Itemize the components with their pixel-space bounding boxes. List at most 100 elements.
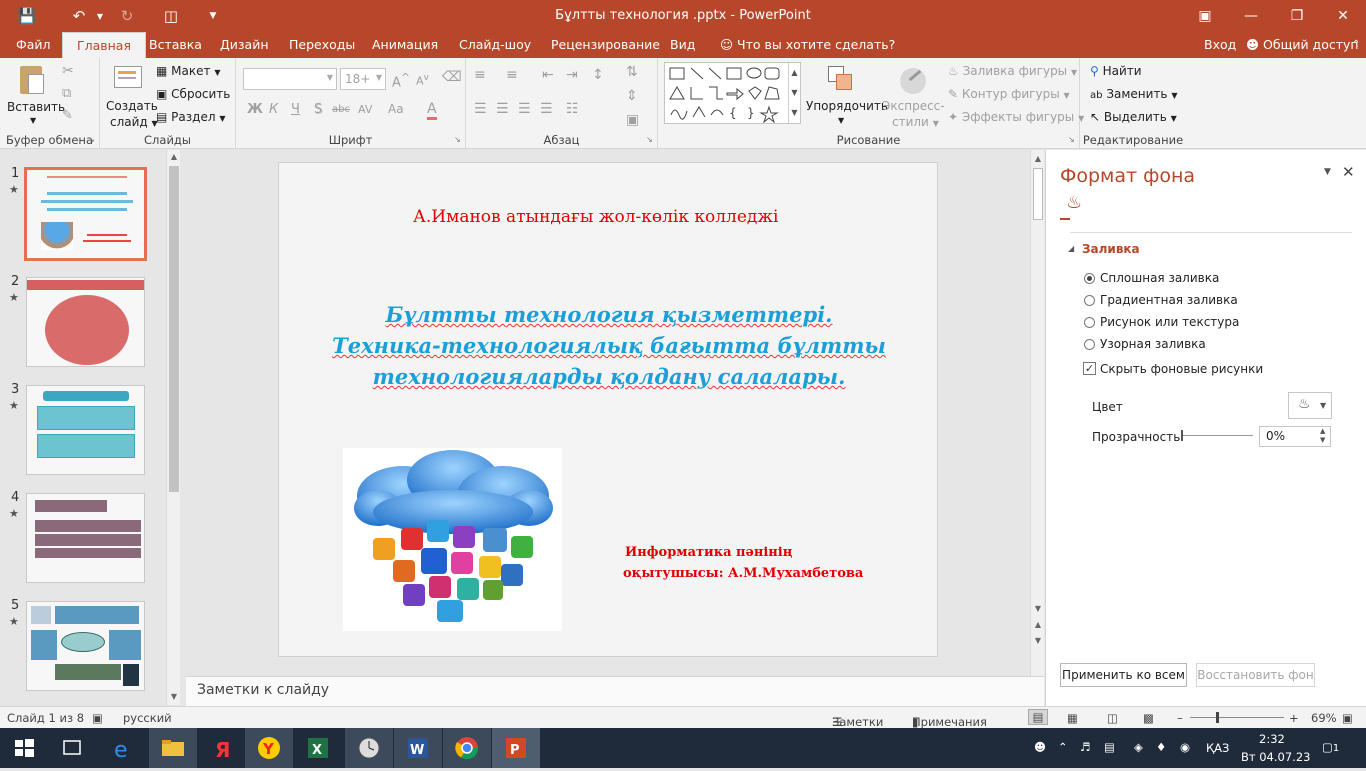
font-launcher-icon[interactable]: ↘ [454,135,461,144]
reset-background-button[interactable]: Восстановить фон [1196,663,1315,687]
slide-thumbnail-5[interactable] [26,601,145,691]
line-spacing-icon[interactable]: ↕ [592,67,604,83]
excel-icon[interactable]: X [294,728,342,768]
ribbon-display-icon[interactable]: ▣ [1182,0,1228,32]
zoom-in-icon[interactable]: + [1289,711,1299,725]
solid-fill-radio[interactable] [1084,273,1095,284]
align-text-icon[interactable]: ⇕ [626,88,638,104]
tab-slideshow[interactable]: Слайд-шоу [459,32,531,58]
shapes-gallery[interactable]: {} ▲ ▼ ▼ [664,62,801,124]
author-line-2[interactable]: оқытушысы: А.М.Мухамбетова [623,566,863,581]
sign-in-link[interactable]: Вход [1204,32,1236,58]
canvas-scroll-down-icon[interactable]: ▼ [1031,604,1045,613]
volume-icon[interactable]: ♬ [1080,740,1090,754]
slide-thumbnail-3[interactable] [26,385,145,475]
spellcheck-icon[interactable]: ▣ [92,711,103,725]
shape-fill-button[interactable]: ♨ Заливка фигуры ▼ [948,64,1077,78]
previous-slide-icon[interactable]: ▲ [1031,620,1045,629]
char-spacing-button[interactable]: AV [358,103,372,116]
pattern-fill-label[interactable]: Узорная заливка [1100,337,1206,351]
scroll-down-icon[interactable]: ▼ [167,692,181,701]
file-explorer-icon[interactable] [149,728,197,768]
tab-file[interactable]: Файл [16,32,51,58]
normal-view-icon[interactable]: ▤ [1028,709,1048,725]
input-language[interactable]: ҚАЗ [1206,741,1229,755]
thumbnails-scrollbar[interactable]: ▲ ▼ [166,150,180,705]
zoom-slider[interactable] [1190,717,1284,718]
tab-transitions[interactable]: Переходы [289,32,355,58]
tab-design[interactable]: Дизайн [220,32,269,58]
format-painter-icon[interactable]: ✎ [62,108,73,123]
section-collapse-icon[interactable]: ◢ [1068,244,1074,253]
columns-icon[interactable]: ☷ [566,101,579,117]
slide-sorter-icon[interactable]: ▦ [1067,711,1078,725]
transparency-slider-thumb[interactable] [1181,430,1183,441]
font-name-combo[interactable]: ▼ [243,68,337,90]
quick-styles-button-line2[interactable]: стили ▼ [892,115,939,129]
present-icon[interactable]: ◫ [156,7,186,25]
pattern-fill-radio[interactable] [1084,339,1095,350]
strikethrough-button[interactable]: abc [332,104,350,115]
network-icon[interactable]: ▤ [1104,740,1115,754]
yandex-icon[interactable]: Я [198,728,246,768]
vpn-icon[interactable]: ◉ [1180,740,1190,754]
copy-icon[interactable]: ⧉ [62,86,71,101]
shape-effects-button[interactable]: ✦ Эффекты фигуры ▼ [948,110,1084,124]
hide-bg-checkbox[interactable]: ✓ [1083,362,1096,375]
minimize-icon[interactable]: — [1228,0,1274,32]
transparency-slider[interactable] [1181,435,1253,436]
layout-button[interactable]: ▦ Макет ▼ [156,64,220,78]
shadow-button[interactable]: S [314,102,322,117]
college-name[interactable]: А.Иманов атындағы жол-көлік колледжі [413,207,778,227]
clock-time[interactable]: 2:32 [1259,732,1285,746]
arrange-icon[interactable] [826,64,858,98]
slideshow-view-icon[interactable]: ▩ [1143,711,1154,725]
zoom-level[interactable]: 69% [1311,711,1337,725]
paste-icon[interactable] [16,64,48,98]
underline-button[interactable]: Ч [291,102,300,117]
shrink-font-icon[interactable]: Av [416,72,429,88]
decrease-indent-icon[interactable]: ⇤ [542,67,554,83]
notifications-button[interactable]: ▢1 [1322,740,1339,754]
task-view-icon[interactable] [48,728,96,768]
slide-thumbnail-4[interactable] [26,493,145,583]
reset-button[interactable]: ▣ Сбросить [156,87,230,101]
tray-chevron-icon[interactable]: ⌃ [1058,740,1068,754]
color-picker-button[interactable]: ♨ ▼ [1288,392,1332,419]
word-icon[interactable]: W [394,728,442,768]
chrome-icon[interactable] [443,728,491,768]
picture-fill-radio[interactable] [1084,317,1095,328]
drawing-launcher-icon[interactable]: ↘ [1068,135,1075,144]
clipboard-launcher-icon[interactable]: ↘ [88,135,95,144]
picture-fill-label[interactable]: Рисунок или текстура [1100,315,1239,329]
smartart-icon[interactable]: ▣ [626,112,639,128]
start-icon[interactable] [0,728,48,768]
find-button[interactable]: ⚲ Найти [1090,64,1142,78]
text-direction-icon[interactable]: ⇅ [626,64,638,80]
slide-thumbnail-1[interactable] [24,167,147,261]
tell-me-box[interactable]: ☺ Что вы хотите сделать? [720,32,895,58]
share-button[interactable]: ☻ Общий доступ [1246,32,1359,58]
author-line-1[interactable]: Информатика пәнінің [625,545,792,560]
font-size-combo[interactable]: 18+ ▼ [340,68,386,90]
person-tray-icon[interactable]: ☻ [1034,740,1046,754]
language-indicator[interactable]: русский [123,711,172,725]
paste-dropdown-icon[interactable]: ▼ [30,116,36,125]
quick-styles-icon[interactable] [896,64,928,98]
zoom-slider-thumb[interactable] [1216,712,1219,723]
current-slide[interactable]: А.Иманов атындағы жол-көлік колледжі Бұл… [278,162,938,657]
cloud-apps-image[interactable] [343,448,562,631]
close-icon[interactable]: ✕ [1320,0,1366,32]
restore-icon[interactable]: ❐ [1274,0,1320,32]
increase-indent-icon[interactable]: ⇥ [566,67,578,83]
new-slide-button-line2[interactable]: слайд ▼ [110,115,158,129]
paragraph-launcher-icon[interactable]: ↘ [646,135,653,144]
clock-app-icon[interactable] [345,728,393,768]
tab-animation[interactable]: Анимация [372,32,438,58]
notes-area[interactable]: Заметки к слайду [186,676,1044,706]
bullets-icon[interactable]: ≡ [474,67,486,83]
arrange-dropdown-icon[interactable]: ▼ [838,116,844,125]
font-color-button[interactable]: A [427,101,437,120]
select-button[interactable]: ↖ Выделить ▼ [1090,110,1177,124]
align-left-icon[interactable]: ☰ [474,101,487,117]
